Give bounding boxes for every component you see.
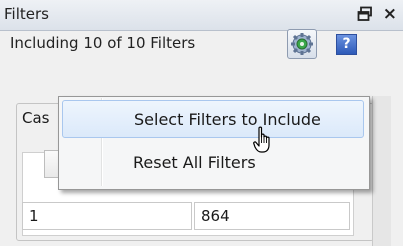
- menu-item-reset-filters[interactable]: Reset All Filters: [62, 144, 364, 182]
- help-button[interactable]: ?: [336, 34, 357, 55]
- group-label: Cas: [22, 109, 52, 127]
- hand-cursor-icon: [253, 126, 270, 153]
- panel-title-bar: Filters ×: [0, 0, 403, 31]
- including-filters-text: Including 10 of 10 Filters: [10, 34, 196, 52]
- menu-item-select-filters[interactable]: Select Filters to Include: [62, 100, 364, 138]
- panel-title: Filters: [4, 5, 49, 23]
- gear-icon: [291, 33, 313, 55]
- grid-cell-row1-col2[interactable]: 864: [194, 202, 350, 230]
- filter-settings-button[interactable]: [287, 29, 317, 59]
- menu-item-label: Reset All Filters: [133, 153, 256, 172]
- close-icon[interactable]: ×: [383, 4, 397, 24]
- menu-item-label: Select Filters to Include: [134, 110, 321, 129]
- grid-cell-row1-col1[interactable]: 1: [22, 202, 192, 230]
- float-window-icon[interactable]: [357, 6, 373, 22]
- vertical-scrollbar[interactable]: [372, 96, 391, 246]
